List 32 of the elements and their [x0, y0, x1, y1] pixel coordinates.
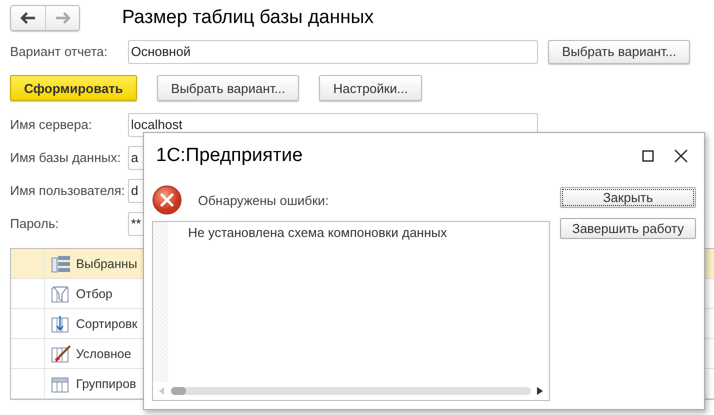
- error-icon: [152, 185, 182, 215]
- error-message: Обнаружены ошибки:: [198, 192, 329, 208]
- brush-icon: [51, 344, 71, 362]
- variant-field[interactable]: Основной: [128, 40, 538, 64]
- row-label: Условное: [76, 346, 132, 360]
- back-arrow-icon: [20, 12, 36, 24]
- scrollbar-thumb[interactable]: [171, 387, 186, 395]
- maximize-button[interactable]: [642, 150, 654, 162]
- generate-button[interactable]: Сформировать: [10, 75, 138, 101]
- dialog-title: 1С:Предприятие: [156, 145, 304, 167]
- choose-variant-button[interactable]: Выбрать вариант...: [548, 40, 690, 64]
- filter-icon: [51, 284, 71, 302]
- toolbar-button[interactable]: Выбрать вариант...: [157, 75, 300, 101]
- field-label: Имя сервера:: [10, 117, 93, 132]
- field-label: Имя пользователя:: [10, 183, 126, 198]
- field-label: Имя базы данных:: [10, 150, 122, 165]
- table-fields-icon: [51, 254, 71, 272]
- error-details: Не установлена схема компоновки данных: [188, 225, 448, 241]
- dialog-button[interactable]: Завершить работу: [560, 218, 696, 239]
- row-label: Отбор: [76, 286, 113, 300]
- close-button[interactable]: [674, 149, 688, 163]
- field-label: Вариант отчета:: [10, 44, 108, 59]
- dialog-button[interactable]: Закрыть: [560, 187, 696, 208]
- row-label: Выбранны: [76, 256, 138, 270]
- toolbar-button[interactable]: Настройки...: [319, 75, 422, 101]
- page-title: Размер таблиц базы данных: [122, 6, 374, 28]
- forward-arrow-icon: [54, 12, 70, 24]
- field-label: Пароль:: [10, 216, 60, 231]
- row-label: Сортировк: [76, 316, 138, 330]
- sort-icon: [51, 314, 71, 332]
- scroll-right-icon[interactable]: [537, 387, 543, 395]
- row-label: Группиров: [76, 376, 136, 390]
